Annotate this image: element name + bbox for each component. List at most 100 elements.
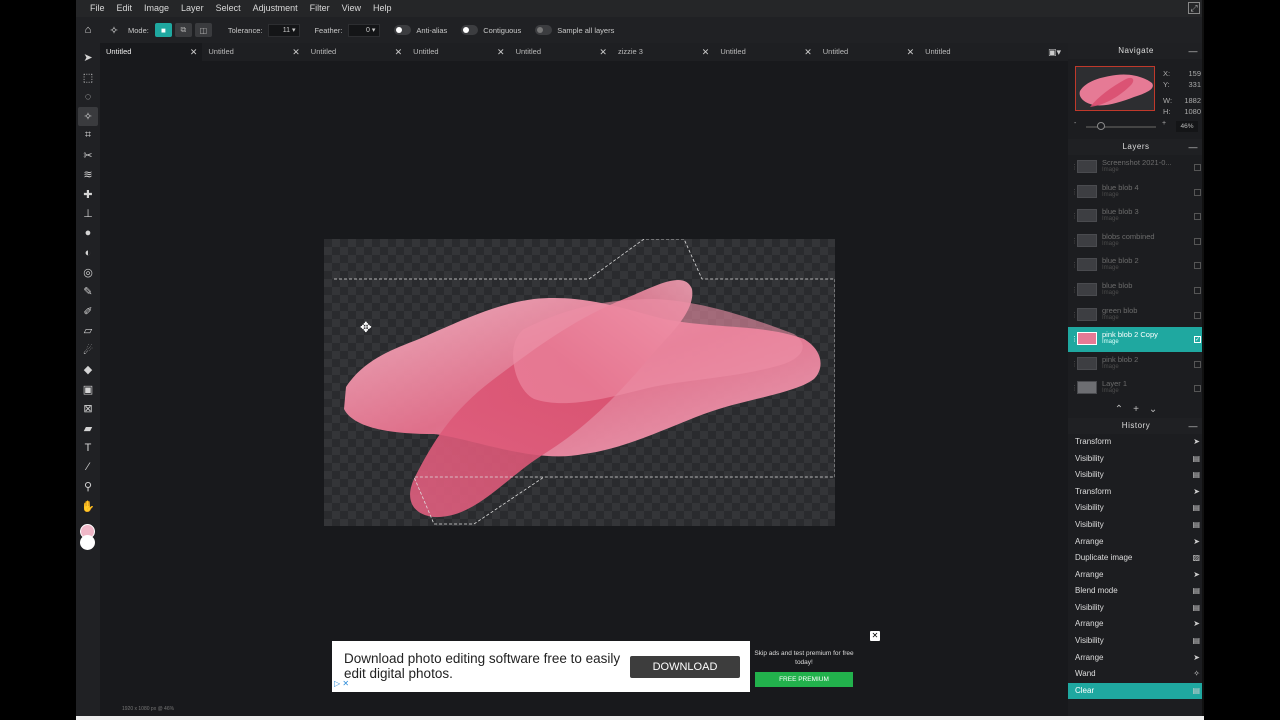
brush-tool-icon[interactable]: ✐ bbox=[78, 302, 98, 322]
anti-alias-toggle[interactable] bbox=[394, 25, 412, 35]
close-icon[interactable]: ✕ bbox=[907, 43, 915, 61]
menu-filter[interactable]: Filter bbox=[304, 0, 336, 17]
layer-row[interactable]: ⋮ blue blob 4 Image bbox=[1068, 180, 1204, 205]
fullscreen-icon[interactable]: ⤢ bbox=[1188, 2, 1200, 14]
ad-download-button[interactable]: DOWNLOAD bbox=[630, 656, 740, 678]
tolerance-input[interactable]: 11 ▾ bbox=[268, 23, 301, 37]
history-item[interactable]: Arrange ➤ bbox=[1068, 616, 1204, 633]
mode-new-selection-button[interactable]: ■ bbox=[154, 23, 172, 37]
menu-image[interactable]: Image bbox=[138, 0, 175, 17]
gradient-tool-icon[interactable]: ▣ bbox=[78, 380, 98, 400]
slice-tool-icon[interactable]: ✂ bbox=[78, 146, 98, 166]
move-layer-up-icon[interactable]: ⌃ bbox=[1115, 404, 1123, 415]
visibility-checkbox[interactable] bbox=[1194, 311, 1201, 319]
tab-document[interactable]: Untitled ✕ bbox=[100, 43, 203, 61]
menu-view[interactable]: View bbox=[336, 0, 367, 17]
mode-add-button[interactable]: ⧉ bbox=[174, 23, 192, 37]
history-item[interactable]: Transform ➤ bbox=[1068, 434, 1204, 451]
feather-input[interactable]: 0 ▾ bbox=[348, 23, 381, 37]
pencil-tool-icon[interactable]: ✎ bbox=[78, 282, 98, 302]
move-tool-icon[interactable]: ➤ bbox=[78, 48, 98, 68]
close-icon[interactable]: ✕ bbox=[599, 43, 607, 61]
layer-row[interactable]: ⋮ pink blob 2 Image bbox=[1068, 352, 1204, 377]
visibility-checkbox[interactable]: ✓ bbox=[1194, 336, 1201, 344]
zoom-in-icon[interactable]: + bbox=[1162, 120, 1166, 127]
history-item[interactable]: Visibility ▤ bbox=[1068, 600, 1204, 617]
layer-row[interactable]: ⋮ blue blob 2 Image bbox=[1068, 253, 1204, 278]
panel-scrollbar[interactable] bbox=[1202, 0, 1204, 716]
background-color-swatch[interactable] bbox=[80, 535, 95, 550]
history-item[interactable]: Arrange ➤ bbox=[1068, 534, 1204, 551]
tab-document[interactable]: zizzie 3 ✕ bbox=[612, 43, 714, 61]
history-item[interactable]: Visibility ▤ bbox=[1068, 633, 1204, 650]
history-item[interactable]: Visibility ▤ bbox=[1068, 517, 1204, 534]
layer-row[interactable]: ⋮ Screenshot 2021-0... Image bbox=[1068, 155, 1204, 180]
sample-all-layers-toggle[interactable] bbox=[535, 25, 553, 35]
canvas-area[interactable]: ✥ 1920 x 1080 px @ 46% Download photo ed… bbox=[100, 61, 1068, 716]
zoom-out-icon[interactable]: - bbox=[1074, 120, 1076, 127]
history-item[interactable]: Visibility ▤ bbox=[1068, 451, 1204, 468]
clone-stamp-icon[interactable]: ⊥ bbox=[78, 204, 98, 224]
advertisement-banner[interactable]: Download photo editing software free to … bbox=[332, 641, 750, 692]
visibility-checkbox[interactable] bbox=[1194, 360, 1201, 368]
tab-document[interactable]: Untitled ✕ bbox=[202, 43, 304, 61]
visibility-checkbox[interactable] bbox=[1194, 188, 1201, 196]
blur-tool-icon[interactable]: ● bbox=[78, 224, 98, 244]
free-premium-button[interactable]: FREE PREMIUM bbox=[755, 672, 853, 687]
zoom-input[interactable]: 46% bbox=[1176, 121, 1198, 132]
marquee-tool-icon[interactable]: ⬚ bbox=[78, 68, 98, 88]
rectangle-tool-icon[interactable]: ▰ bbox=[78, 419, 98, 439]
smudge-tool-icon[interactable]: ☄ bbox=[78, 341, 98, 361]
close-icon[interactable]: ✕ bbox=[804, 43, 812, 61]
close-icon[interactable]: ✕ bbox=[190, 43, 198, 61]
add-layer-icon[interactable]: + bbox=[1133, 404, 1139, 415]
menu-adjustment[interactable]: Adjustment bbox=[247, 0, 304, 17]
menu-help[interactable]: Help bbox=[367, 0, 398, 17]
layers-header[interactable]: Layers — bbox=[1068, 139, 1204, 155]
layer-row[interactable]: ⋮ Layer 1 Image bbox=[1068, 376, 1204, 401]
document-canvas[interactable] bbox=[324, 238, 836, 526]
zoom-tool-icon[interactable]: ⚲ bbox=[78, 477, 98, 497]
history-item[interactable]: Arrange ➤ bbox=[1068, 650, 1204, 667]
visibility-checkbox[interactable] bbox=[1194, 213, 1201, 221]
menu-file[interactable]: File bbox=[76, 0, 111, 17]
collapse-icon[interactable]: — bbox=[1189, 43, 1199, 59]
magic-wand-icon[interactable]: ✧ bbox=[104, 24, 124, 37]
history-item[interactable]: Blend mode ▤ bbox=[1068, 583, 1204, 600]
close-icon[interactable]: ✕ bbox=[395, 43, 403, 61]
contiguous-toggle[interactable] bbox=[461, 25, 479, 35]
menu-layer[interactable]: Layer bbox=[175, 0, 210, 17]
collapse-icon[interactable]: — bbox=[1189, 418, 1199, 434]
navigate-header[interactable]: Navigate — bbox=[1068, 43, 1204, 59]
layer-row[interactable]: ⋮ blue blob 3 Image bbox=[1068, 204, 1204, 229]
liquify-tool-icon[interactable]: ≋ bbox=[78, 165, 98, 185]
tab-document[interactable]: Untitled bbox=[919, 43, 1045, 61]
move-layer-down-icon[interactable]: ⌄ bbox=[1149, 404, 1157, 415]
eyedropper-tool-icon[interactable]: ⁄ bbox=[78, 458, 98, 478]
tab-document[interactable]: Untitled ✕ bbox=[510, 43, 612, 61]
adchoices-icon[interactable]: ▷ ✕ bbox=[334, 679, 349, 688]
mode-subtract-button[interactable]: ◫ bbox=[194, 23, 212, 37]
visibility-checkbox[interactable] bbox=[1194, 385, 1201, 393]
visibility-checkbox[interactable] bbox=[1194, 237, 1201, 245]
shape-tool-icon[interactable]: ⊠ bbox=[78, 399, 98, 419]
visibility-checkbox[interactable] bbox=[1194, 164, 1201, 171]
close-icon[interactable]: ✕ bbox=[292, 43, 300, 61]
close-icon[interactable]: ✕ bbox=[702, 43, 710, 61]
navigator-thumbnail[interactable] bbox=[1075, 66, 1155, 111]
lasso-tool-icon[interactable]: ◌ bbox=[78, 87, 98, 107]
history-item[interactable]: Arrange ➤ bbox=[1068, 567, 1204, 584]
sponge-tool-icon[interactable]: ◎ bbox=[78, 263, 98, 283]
tab-document[interactable]: Untitled ✕ bbox=[305, 43, 407, 61]
healing-brush-icon[interactable]: ✚ bbox=[78, 185, 98, 205]
close-icon[interactable]: ✕ bbox=[497, 43, 505, 61]
paint-bucket-icon[interactable]: ◆ bbox=[78, 360, 98, 380]
zoom-slider-handle[interactable] bbox=[1097, 122, 1105, 130]
dodge-tool-icon[interactable]: ◐ bbox=[78, 243, 98, 263]
history-item[interactable]: Wand ✧ bbox=[1068, 666, 1204, 683]
text-tool-icon[interactable]: T bbox=[78, 438, 98, 458]
visibility-checkbox[interactable] bbox=[1194, 262, 1201, 270]
eraser-tool-icon[interactable]: ▱ bbox=[78, 321, 98, 341]
history-item[interactable]: Duplicate image ▨ bbox=[1068, 550, 1204, 567]
history-header[interactable]: History — bbox=[1068, 417, 1204, 434]
